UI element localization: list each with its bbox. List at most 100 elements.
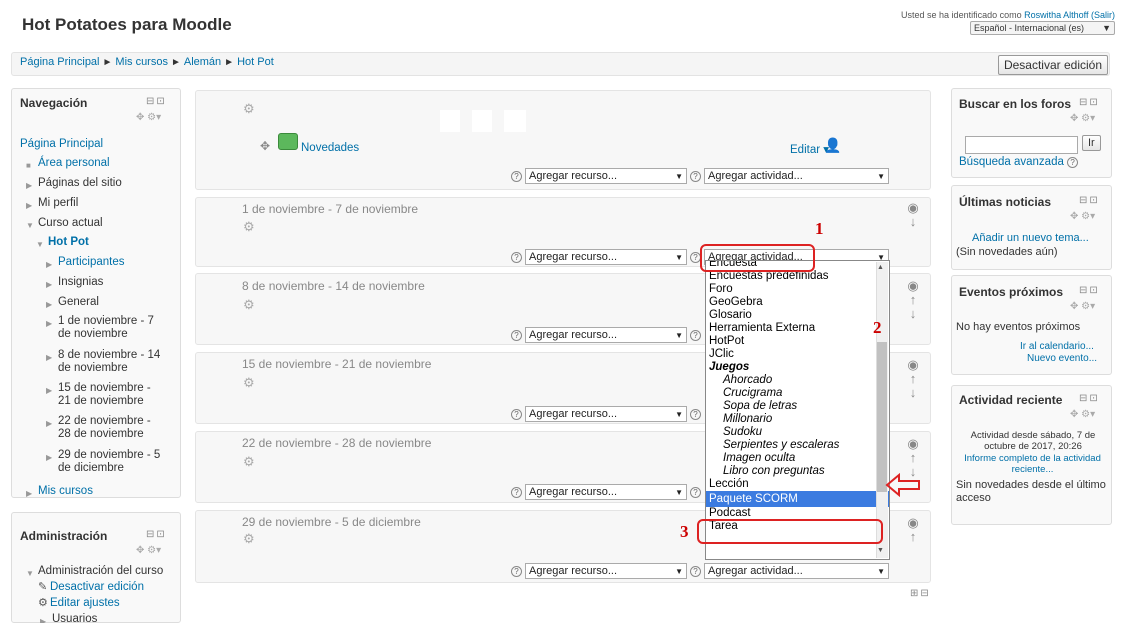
add-resource-select[interactable]: Agregar recurso... ▼ [525,484,687,500]
move-icon[interactable]: ✥ ⚙▾ [1070,301,1095,312]
help-icon[interactable]: ? [511,329,522,341]
move-icon[interactable]: ✥ ⚙▾ [1070,113,1095,124]
help-icon[interactable]: ? [511,565,522,577]
scroll-down-icon[interactable]: ▼ [877,547,884,554]
nav-section-4[interactable]: ▶ 22 de noviembre - 28 de noviembre [46,415,161,441]
nav-home[interactable]: Página Principal [20,138,103,151]
eye-icon[interactable]: ◉ [906,358,920,372]
help-icon[interactable]: ? [690,565,701,577]
move-icon[interactable]: ✥ ⚙▾ [136,545,161,556]
nav-section-5[interactable]: ▶ 29 de noviembre - 5 de diciembre [46,449,171,475]
option-leccion[interactable]: Lección [706,478,889,491]
arrow-down-icon[interactable]: ↓ [906,215,920,229]
block-controls-icon[interactable]: ⊟⊡ [1079,285,1100,296]
block-controls-icon[interactable]: ⊟⊡ [1079,195,1100,206]
move-icon[interactable]: ✥ ⚙▾ [1070,409,1095,420]
add-activity-select[interactable]: Agregar actividad... ▼ [704,168,889,184]
move-icon[interactable]: ✥ ⚙▾ [1070,211,1095,222]
eye-icon[interactable]: ◉ [906,279,920,293]
eye-icon[interactable]: ◉ [906,437,920,451]
option-libro-con-preguntas[interactable]: Libro con preguntas [706,465,889,478]
option-geogebra[interactable]: GeoGebra [706,296,889,309]
arrow-up-icon[interactable]: ↑ [906,530,920,544]
arrow-up-icon[interactable]: ↑ [906,372,920,386]
help-icon[interactable]: ? [511,408,522,420]
gear-icon[interactable]: ⚙ [243,375,255,391]
gear-icon[interactable]: ⚙ [243,297,255,313]
help-icon[interactable]: ? [511,251,522,263]
add-resource-select[interactable]: Agregar recurso... ▼ [525,406,687,422]
language-select[interactable]: Español - Internacional (es) ▼ [970,21,1115,35]
option-sudoku[interactable]: Sudoku [706,426,889,439]
arrow-up-icon[interactable]: ↑ [906,293,920,307]
option-herramienta-externa[interactable]: Herramienta Externa [706,322,889,335]
nav-site-pages[interactable]: ▶ Páginas del sitio [26,177,122,192]
nav-badges[interactable]: ▶ Insignias [46,276,103,291]
option-glosario[interactable]: Glosario [706,309,889,322]
scroll-up-icon[interactable]: ▲ [877,264,884,271]
nav-section-3[interactable]: ▶ 15 de noviembre - 21 de noviembre [46,382,161,408]
eye-icon[interactable]: ◉ [906,516,920,530]
admin-turn-editing-off[interactable]: ✎ Desactivar edición [38,581,144,594]
gear-icon[interactable]: ⚙ [243,531,255,547]
add-resource-select[interactable]: Agregar recurso... ▼ [525,327,687,343]
option-ahorcado[interactable]: Ahorcado [706,374,889,387]
option-sopa-de-letras[interactable]: Sopa de letras [706,400,889,413]
user-link[interactable]: Roswitha Althoff [1024,10,1088,20]
nav-participants[interactable]: ▶ Participantes [46,256,124,271]
nav-general[interactable]: ▶ General [46,296,99,311]
nav-profile[interactable]: ▶ Mi perfil [26,197,78,212]
option-hotpot[interactable]: HotPot [706,335,889,348]
add-resource-select[interactable]: Agregar recurso... ▼ [525,168,687,184]
add-resource-select[interactable]: Agregar recurso... ▼ [525,249,687,265]
gear-icon[interactable]: ⚙ [243,454,255,470]
block-controls-icon[interactable]: ⊟⊡ [146,529,167,540]
add-resource-select[interactable]: Agregar recurso... ▼ [525,563,687,579]
turn-editing-off-button[interactable]: Desactivar edición [997,55,1108,75]
nav-section-2[interactable]: ▶ 8 de noviembre - 14 de noviembre [46,349,171,375]
help-icon[interactable]: ? [1067,157,1079,168]
forum-search-input[interactable] [965,136,1078,154]
help-icon[interactable]: ? [690,170,701,182]
breadcrumb-home[interactable]: Página Principal [20,56,100,68]
help-icon[interactable]: ? [690,408,701,420]
nav-my-courses[interactable]: ▶ Mis cursos [26,485,93,500]
logout-link[interactable]: (Salir) [1091,10,1115,20]
new-event-link[interactable]: Nuevo evento... [1027,353,1097,364]
nav-section-1[interactable]: ▶ 1 de noviembre - 7 de noviembre [46,315,161,341]
add-activity-select[interactable]: Agregar actividad... ▼ [704,563,889,579]
gear-icon[interactable]: ⚙ [243,219,255,235]
block-controls-icon[interactable]: ⊟⊡ [1079,97,1100,108]
add-new-topic-link[interactable]: Añadir un nuevo tema... [972,232,1089,244]
help-icon[interactable]: ? [511,486,522,498]
go-to-calendar-link[interactable]: Ir al calendario... [1020,341,1094,352]
arrow-up-icon[interactable]: ↑ [906,451,920,465]
block-controls-icon[interactable]: ⊟⊡ [146,96,167,107]
option-paquete-scorm[interactable]: Paquete SCORM [706,491,889,507]
advanced-search-link[interactable]: Búsqueda avanzada ? [959,156,1079,168]
expand-collapse-icon[interactable]: ⊞⊟ [910,588,931,599]
arrow-down-icon[interactable]: ↓ [906,386,920,400]
gear-icon[interactable]: ⚙ [243,101,255,117]
block-controls-icon[interactable]: ⊟⊡ [1079,393,1100,404]
option-jclic[interactable]: JClic [706,348,889,361]
option-crucigrama[interactable]: Crucigrama [706,387,889,400]
help-icon[interactable]: ? [690,329,701,341]
breadcrumb-my-courses[interactable]: Mis cursos [115,56,168,68]
option-serpientes-y-escaleras[interactable]: Serpientes y escaleras [706,439,889,452]
help-icon[interactable]: ? [511,170,522,182]
breadcrumb-hotpot[interactable]: Hot Pot [237,56,274,68]
arrow-down-icon[interactable]: ↓ [906,307,920,321]
user-role-icon[interactable]: 👤 [824,137,841,154]
move-icon[interactable]: ✥ ⚙▾ [136,112,161,123]
help-icon[interactable]: ? [690,486,701,498]
move-arrows-icon[interactable]: ✥ [260,139,270,153]
option-imagen-oculta[interactable]: Imagen oculta [706,452,889,465]
news-forum-link[interactable]: Novedades [301,142,359,154]
admin-users[interactable]: ▶ Usuarios [40,613,97,623]
eye-icon[interactable]: ◉ [906,201,920,215]
admin-edit-settings[interactable]: ⚙ Editar ajustes [38,597,120,610]
forum-search-go-button[interactable]: Ir [1082,135,1101,151]
dropdown-scrollbar-thumb[interactable] [877,342,887,492]
admin-course-administration[interactable]: ▼ Administración del curso [26,565,163,580]
